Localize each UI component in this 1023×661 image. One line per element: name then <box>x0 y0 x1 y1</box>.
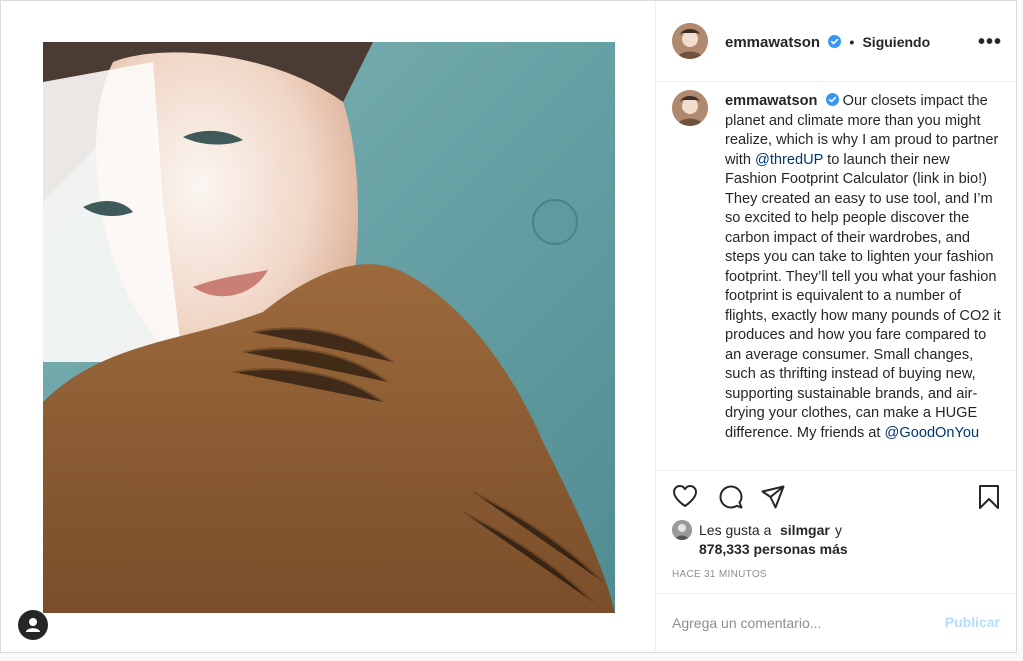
comment-input[interactable] <box>672 612 922 634</box>
follow-status-button[interactable]: Siguiendo <box>862 34 930 50</box>
more-options-icon[interactable]: ••• <box>978 31 1002 54</box>
bookmark-icon[interactable] <box>978 484 1000 510</box>
post-timestamp[interactable]: HACE 31 MINUTOS <box>672 569 767 580</box>
comment-bubble-icon[interactable] <box>718 484 744 510</box>
post-header: emmawatson • Siguiendo ••• <box>656 1 1016 82</box>
likes-prefix: Les gusta a <box>699 522 772 538</box>
user-profile-button[interactable] <box>18 610 48 640</box>
comments-section: emmawatson Our closets impact the planet… <box>656 82 1016 470</box>
verified-badge-icon <box>828 35 842 48</box>
user-icon <box>26 618 40 632</box>
likes-conjunction: y <box>835 522 842 538</box>
post-media-area <box>1 1 655 652</box>
author-avatar-image <box>672 23 708 59</box>
caption-text-part2: to launch their new Fashion Footprint Ca… <box>725 151 1001 441</box>
header-user-line: emmawatson • Siguiendo <box>725 34 930 51</box>
header-separator: • <box>849 34 855 50</box>
verified-badge-icon <box>825 93 839 106</box>
header-username[interactable]: emmawatson <box>725 34 820 51</box>
liker-avatar[interactable] <box>672 520 692 540</box>
action-bar <box>656 470 1016 521</box>
heart-icon[interactable] <box>672 484 698 508</box>
paper-plane-icon[interactable] <box>760 484 786 510</box>
post-card: emmawatson • Siguiendo ••• emmawatson Ou… <box>0 0 1017 653</box>
post-sidebar: emmawatson • Siguiendo ••• emmawatson Ou… <box>655 1 1016 652</box>
mention-goodonyou-link[interactable]: @GoodOnYou <box>885 425 980 441</box>
liker-avatar-image <box>672 520 692 540</box>
caption-author-avatar[interactable] <box>672 90 708 126</box>
caption-avatar-image <box>672 90 708 126</box>
author-avatar[interactable] <box>672 23 708 59</box>
liker-username[interactable]: silmgar <box>780 522 830 538</box>
add-comment-section: Publicar <box>656 593 1016 653</box>
likes-count-button[interactable]: 878,333 personas más <box>699 541 848 557</box>
mention-thredup-link[interactable]: @thredUP <box>755 152 823 168</box>
post-photo[interactable] <box>43 42 615 613</box>
post-caption: emmawatson Our closets impact the planet… <box>725 92 1005 443</box>
caption-username[interactable]: emmawatson <box>725 93 817 109</box>
post-photo-image <box>43 42 615 613</box>
post-comment-button[interactable]: Publicar <box>945 614 1000 630</box>
